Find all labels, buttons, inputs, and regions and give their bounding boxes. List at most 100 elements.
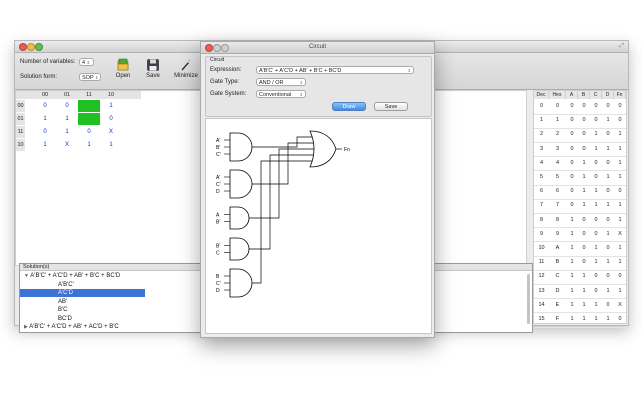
circuit-save-button[interactable]: Save — [374, 102, 408, 111]
fullscreen-icon[interactable]: ⤢ — [619, 43, 624, 50]
solution-group[interactable]: ▶ A'B'C' + A'C'D + AB' + AC'D + B'C — [20, 323, 149, 331]
circuit-window-title: Circuit — [308, 44, 326, 50]
truth-cell: 1 — [594, 301, 598, 308]
circuit-canvas: A' B' C' A' C' D A B' B' C B C' D Fn — [205, 118, 432, 334]
truth-cell: 0 — [594, 174, 598, 180]
truth-cell: 3 — [539, 145, 544, 152]
kmap-cell-highlighted[interactable]: 1 — [78, 100, 100, 112]
minimize-button[interactable]: Minimize — [173, 58, 199, 79]
truth-cell: 8 — [539, 216, 544, 223]
solution-group[interactable]: ▼ A'B'C' + A'C'D + AB' + B'C + BC'D — [20, 272, 149, 280]
truth-cell: 0 — [582, 216, 586, 223]
kmap-cell[interactable]: 0 — [78, 126, 100, 138]
kmap-cell[interactable]: 1 — [34, 139, 56, 151]
disclosure-down-icon[interactable]: ▼ — [24, 273, 29, 279]
kmap-cell[interactable]: 1 — [56, 113, 78, 125]
kmap-cell-highlighted[interactable]: 1 — [78, 113, 100, 125]
gate-input-label: C' — [216, 281, 221, 287]
truth-cell: 0 — [606, 159, 610, 166]
truth-cell: 0 — [582, 131, 586, 138]
kmap-cell[interactable]: X — [100, 126, 122, 138]
expression-select[interactable]: A'B'C' + A'C'D + AB' + B'C + BC'D ⇕ — [256, 66, 414, 74]
and-gate — [229, 132, 253, 162]
gate-type-select[interactable]: AND / OR ⇕ — [256, 78, 306, 86]
solution-term[interactable]: B'C — [20, 306, 145, 314]
truth-cell: 1 — [570, 216, 574, 223]
minimize-window-button[interactable] — [27, 43, 35, 51]
kmap-cell[interactable]: X — [56, 139, 78, 151]
truth-cell: 0 — [618, 117, 622, 124]
truth-cell: 1 — [618, 174, 622, 180]
draw-button[interactable]: Draw — [332, 102, 366, 111]
truth-cell: 0 — [594, 216, 598, 223]
zoom-button[interactable] — [35, 43, 43, 51]
truth-cell: E — [555, 301, 560, 308]
kmap-cell[interactable]: 1 — [100, 100, 122, 112]
truth-cell: 1 — [618, 216, 622, 223]
truth-cell: 0 — [582, 230, 586, 237]
truth-cell: 0 — [606, 216, 610, 223]
solutions-scrollbar[interactable] — [527, 274, 530, 324]
truth-cell: 0 — [594, 159, 598, 166]
truth-cell: 1 — [594, 316, 598, 322]
gate-input-label: D — [216, 189, 220, 195]
minimize-label: Minimize — [174, 73, 198, 79]
truth-cell: 0 — [582, 259, 586, 266]
truth-cell: 1 — [582, 188, 586, 195]
truth-col-header: D — [602, 91, 614, 99]
truth-row-separator — [534, 326, 626, 328]
truth-cell: X — [618, 301, 622, 308]
kmap-cell[interactable]: 0 — [56, 100, 78, 112]
kmap-col-header: 10 — [100, 91, 122, 99]
gate-system-select[interactable]: Conventional ⇕ — [256, 90, 306, 98]
variables-select[interactable]: 4 ⇕ — [79, 58, 94, 66]
truth-cell: 0 — [594, 287, 598, 294]
truth-cell: 11 — [538, 259, 545, 266]
stepper-icon: ⇕ — [95, 75, 99, 80]
truth-table: Dec Hex A B C D Fn 000000011000102200101… — [533, 90, 627, 328]
truth-cell: 0 — [539, 103, 544, 109]
kmap-col-header: 11 — [78, 91, 100, 99]
open-folder-icon — [116, 58, 130, 72]
kmap-cell[interactable]: 0 — [34, 100, 56, 112]
gate-output-wire — [252, 160, 314, 284]
truth-cell: 6 — [555, 188, 560, 195]
truth-col-header: Dec — [534, 91, 549, 99]
truth-cell: 1 — [582, 301, 586, 308]
stepper-icon: ⇕ — [299, 80, 303, 85]
close-button[interactable] — [19, 43, 27, 51]
solution-form-select[interactable]: SOP ⇕ — [79, 73, 101, 81]
truth-cell: 1 — [582, 159, 586, 166]
truth-cell: 1 — [570, 245, 574, 251]
solution-term[interactable]: BC'D — [20, 315, 145, 323]
save-button[interactable]: Save — [143, 58, 163, 79]
truth-cell: 1 — [570, 273, 574, 280]
truth-cell: 6 — [539, 188, 544, 195]
solution-term[interactable]: A'B'C' — [20, 281, 145, 289]
kmap-cell[interactable]: 0 — [100, 113, 122, 125]
open-button[interactable]: Open — [113, 58, 133, 79]
truth-cell: 1 — [594, 131, 598, 138]
kmap-cell[interactable]: 1 — [78, 139, 100, 151]
kmap-row-header: 11 — [16, 126, 25, 138]
gate-output-wire — [252, 136, 314, 148]
gate-input-label: C — [216, 251, 220, 257]
truth-cell: 1 — [594, 145, 598, 152]
disclosure-right-icon[interactable]: ▶ — [24, 324, 28, 330]
truth-cell: 1 — [606, 287, 610, 294]
truth-cell: 0 — [555, 103, 560, 109]
gate-output-wire — [249, 148, 314, 219]
solution-term-selected[interactable]: A'C'D — [20, 289, 145, 297]
truth-cell: 0 — [594, 273, 598, 280]
kmap-cell[interactable]: 1 — [56, 126, 78, 138]
solution-term[interactable]: AB' — [20, 298, 145, 306]
truth-cell: 0 — [570, 131, 574, 138]
truth-cell: 0 — [582, 145, 586, 152]
truth-cell: 1 — [618, 131, 622, 138]
truth-cell: 1 — [618, 145, 622, 152]
kmap-col-header: 01 — [56, 91, 78, 99]
kmap-cell[interactable]: 1 — [100, 139, 122, 151]
kmap-cell[interactable]: 1 — [34, 113, 56, 125]
truth-cell: 1 — [594, 188, 598, 195]
kmap-cell[interactable]: 0 — [34, 126, 56, 138]
